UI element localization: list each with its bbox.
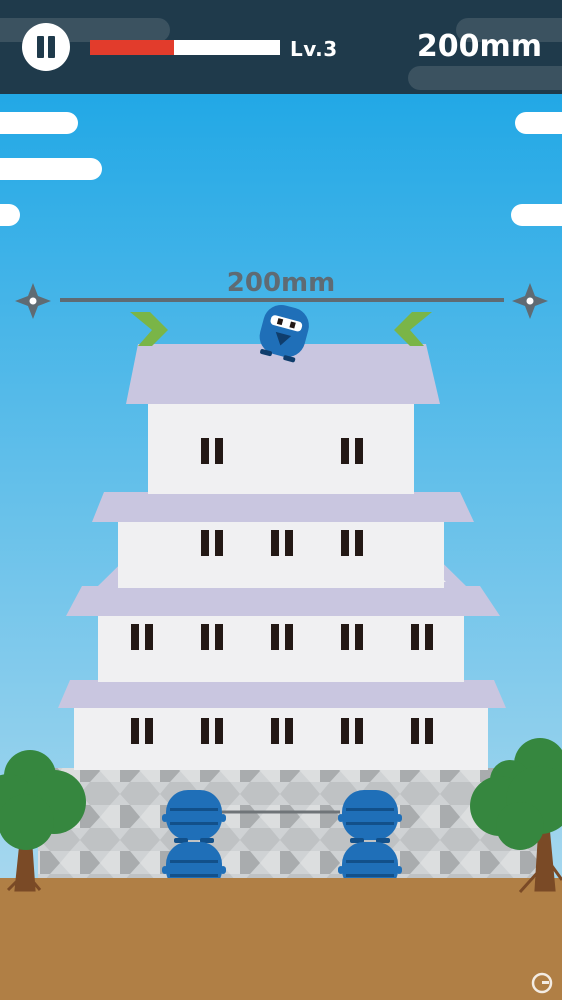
hud-cloud — [408, 66, 562, 90]
height-progress-fill — [90, 40, 174, 55]
castle-floor-4 — [148, 402, 414, 494]
top-hud: Lv.3 200mm — [0, 0, 562, 94]
height-display: 200mm — [416, 29, 542, 64]
height-progress-bar — [90, 40, 280, 55]
roof-tier-1 — [58, 680, 506, 708]
pause-icon — [48, 36, 55, 58]
pause-icon — [37, 36, 44, 58]
site-logo-icon — [531, 972, 553, 994]
pause-button[interactable] — [22, 23, 70, 71]
target-height-label: 200mm — [226, 268, 336, 298]
game-stage[interactable] — [0, 0, 562, 1000]
roof-tier-2 — [66, 586, 500, 616]
ground — [0, 878, 562, 1000]
roof-tier-3 — [92, 492, 474, 522]
level-label: Lv.3 — [290, 37, 338, 61]
stone-base — [38, 768, 538, 878]
castle-floor-3 — [118, 520, 444, 588]
